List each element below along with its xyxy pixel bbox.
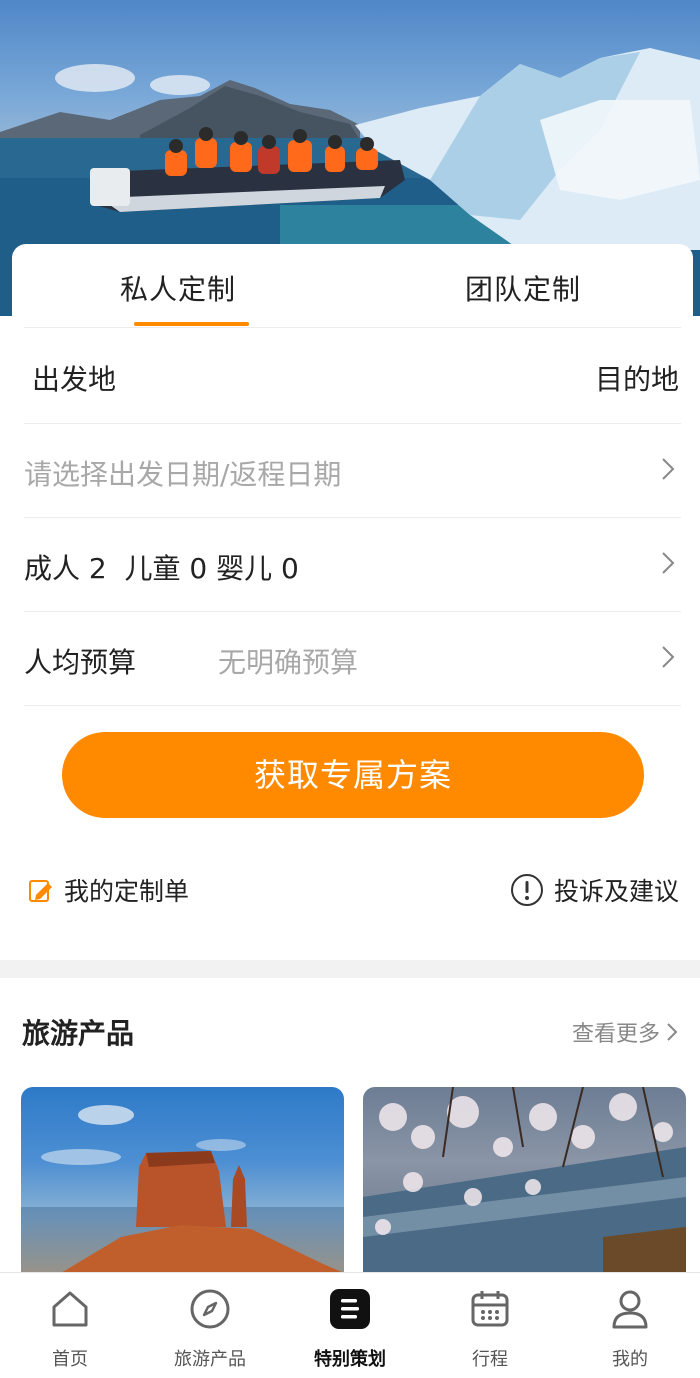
- bottom-tab-bar: 首页 旅游产品 特别策划 行程 我的: [0, 1272, 700, 1378]
- product-image: [21, 1105, 344, 1273]
- tabbar-item-itinerary[interactable]: 行程: [420, 1273, 560, 1378]
- tabbar-item-home[interactable]: 首页: [0, 1273, 140, 1378]
- date-placeholder: 请选择出发日期/返程日期: [24, 458, 342, 491]
- chevron-right-icon: [662, 646, 675, 668]
- active-tab-indicator: [134, 322, 249, 326]
- calendar-icon: [471, 1291, 509, 1327]
- my-orders-link[interactable]: 我的定制单: [28, 872, 189, 908]
- section-divider: [0, 960, 700, 978]
- chevron-right-icon: [667, 1023, 678, 1041]
- budget-label: 人均预算: [24, 646, 137, 679]
- tabbar-item-products[interactable]: 旅游产品: [140, 1273, 280, 1378]
- tab-private-custom[interactable]: 私人定制: [120, 268, 236, 308]
- route-row: 出发地 目的地: [24, 328, 681, 424]
- home-icon: [52, 1291, 88, 1327]
- product-card-cherry-blossom[interactable]: [363, 1087, 686, 1273]
- travelers-row[interactable]: 成人 2 儿童 0 婴儿 0: [24, 518, 681, 612]
- feedback-label: 投诉及建议: [553, 877, 679, 906]
- customization-card: 私人定制 团队定制 出发地 目的地 请选择出发日期/返程日期 成人 2 儿童 0…: [12, 244, 693, 960]
- get-plan-button[interactable]: 获取专属方案: [62, 732, 644, 818]
- tabbar-label: 旅游产品: [174, 1349, 246, 1370]
- tabbar-item-profile[interactable]: 我的: [560, 1273, 700, 1378]
- chevron-right-icon: [662, 552, 675, 574]
- card-links: 我的定制单 投诉及建议: [12, 868, 693, 912]
- tabbar-label: 首页: [52, 1349, 88, 1370]
- compass-icon: [190, 1289, 230, 1329]
- products-section-title: 旅游产品: [22, 1017, 135, 1050]
- departure-field[interactable]: 出发地: [32, 358, 116, 398]
- tabbar-item-special-plan[interactable]: 特别策划: [280, 1273, 420, 1378]
- customization-tabs: 私人定制 团队定制: [24, 244, 681, 328]
- tab-group-custom[interactable]: 团队定制: [465, 268, 581, 308]
- travelers-value: 成人 2 儿童 0 婴儿 0: [24, 552, 299, 585]
- destination-field[interactable]: 目的地: [595, 358, 679, 398]
- edit-icon: [29, 880, 52, 902]
- product-image: [363, 1087, 686, 1273]
- date-row[interactable]: 请选择出发日期/返程日期: [24, 424, 681, 518]
- user-icon: [612, 1290, 648, 1329]
- special-plan-icon: [330, 1289, 370, 1329]
- tabbar-label: 行程: [472, 1349, 508, 1370]
- view-more-label: 查看更多: [571, 1022, 660, 1047]
- tabbar-label: 特别策划: [314, 1349, 386, 1370]
- view-more-link[interactable]: 查看更多: [572, 1016, 678, 1048]
- tabbar-label: 我的: [612, 1349, 648, 1370]
- chevron-right-icon: [662, 458, 675, 480]
- my-orders-label: 我的定制单: [64, 877, 190, 906]
- budget-row[interactable]: 人均预算 无明确预算: [24, 612, 681, 706]
- alert-circle-icon: [510, 874, 543, 906]
- budget-placeholder: 无明确预算: [218, 646, 359, 679]
- product-card-monument-valley[interactable]: [21, 1087, 344, 1273]
- feedback-link[interactable]: 投诉及建议: [510, 872, 679, 908]
